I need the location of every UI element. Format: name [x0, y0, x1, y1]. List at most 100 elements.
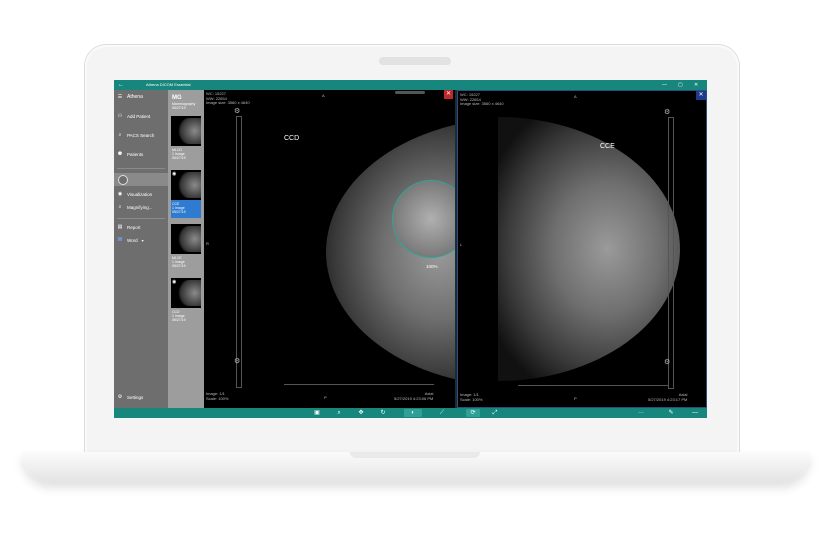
eye-icon: ◉ — [117, 191, 123, 197]
report-icon: ▤ — [117, 224, 123, 230]
image-info: WC: 15227 WW: 22654 Image size: 3560 x 4… — [460, 92, 504, 107]
orientation-bottom: P — [324, 395, 327, 400]
vertical-ruler — [236, 116, 242, 388]
sidebar-item-pacs-search[interactable]: ⌕ PACS Search — [117, 132, 155, 138]
eye-icon: ◉ — [172, 171, 177, 177]
series-panel: MG Mammography 05/27/19 MLCD 1 Image 05/… — [168, 90, 204, 408]
image-size: Image size: 3560 x 4640 — [460, 101, 504, 106]
patients-icon: ⚈ — [117, 151, 123, 157]
divider — [117, 218, 165, 219]
rotate-handle-icon[interactable]: ⚙ — [234, 108, 240, 114]
orientation-side: R — [206, 241, 209, 246]
horizontal-ruler — [284, 384, 434, 389]
study-date: 05/27/19 — [172, 106, 186, 110]
rotate-handle-icon[interactable]: ⚙ — [234, 358, 240, 364]
view-label: CCE — [600, 143, 615, 150]
pan-icon[interactable]: ✥ — [356, 409, 366, 417]
close-icon[interactable]: ✕ — [694, 81, 698, 89]
magnifier-zoom: 100% — [426, 264, 438, 269]
sidebar-item-label: Visualization — [127, 191, 153, 197]
series-thumbnail-selected[interactable]: ◉ CCE 1 Image 05/27/19 — [171, 170, 201, 218]
sidebar-item-label: Add Patient — [127, 113, 151, 119]
hamburger-icon[interactable]: ☰ — [117, 94, 123, 100]
app-title: Athena DICOM Essential — [146, 82, 191, 87]
sidebar-item-label: Settings — [127, 394, 144, 400]
sidebar-item-label: Word — [127, 237, 138, 243]
series-date: 05/27/19 — [172, 318, 186, 322]
close-viewer-icon[interactable]: ✕ — [444, 90, 453, 99]
person-icon: ⚇ — [117, 113, 123, 119]
image-footer-right: Axial 5/27/2019 4:23:17 PM — [648, 392, 688, 402]
rotate-icon[interactable]: ↻ — [378, 409, 388, 417]
sidebar-item-visualization[interactable]: ◉ Visualization — [117, 191, 152, 197]
maximize-icon[interactable]: ▢ — [678, 81, 683, 89]
sidebar-item-selected[interactable] — [114, 173, 168, 186]
back-arrow-icon[interactable]: ← — [118, 81, 124, 89]
series-thumbnail[interactable]: MLCD 1 Image 05/27/19 — [171, 116, 201, 164]
pen-icon[interactable]: ✎ — [666, 409, 676, 417]
drag-handle[interactable] — [395, 91, 425, 94]
image-datetime: 5/27/2019 4:23:17 PM — [648, 396, 688, 402]
app-screen: ← Athena DICOM Essential — ▢ ✕ ☰ Athena … — [114, 80, 707, 418]
viewer-left[interactable]: WC: 15227 WW: 22654 Image size: 3560 x 4… — [204, 90, 455, 408]
image-datetime: 5/27/2019 4:23:06 PM — [394, 395, 434, 401]
chevron-down-icon[interactable]: ▾ — [142, 238, 144, 243]
eye-icon: ◉ — [172, 279, 177, 285]
sync-icon[interactable]: ⟳ — [466, 409, 480, 417]
image-footer-right: Axial 5/27/2019 4:23:06 PM — [394, 391, 434, 401]
mammogram-image — [498, 117, 680, 381]
sidebar-item-report[interactable]: ▤ Report — [117, 224, 141, 230]
divider — [117, 168, 165, 169]
series-thumbnail[interactable]: MLCE 1 Image 05/27/19 — [171, 224, 201, 272]
sidebar-item-add-patient[interactable]: ⚇ Add Patient — [117, 113, 151, 119]
sidebar-header[interactable]: ☰ Athena — [117, 94, 143, 100]
close-icon[interactable]: ✕ — [696, 91, 706, 100]
bottom-toolbar: ▣ ⌕ ✥ ↻ ◐ ⟋ ⟳ ⤢ ··· ✎ — — [114, 408, 707, 418]
rotate-handle-icon[interactable]: ⚙ — [664, 359, 670, 365]
sidebar-item-label: Patients — [127, 151, 144, 157]
zoom-icon[interactable]: ⌕ — [334, 409, 344, 417]
sidebar-item-word[interactable]: W Word ▾ — [117, 237, 144, 243]
contrast-icon[interactable]: ◐ — [404, 409, 422, 417]
app-logo-icon — [118, 175, 128, 185]
rotate-handle-icon[interactable]: ⚙ — [664, 109, 670, 115]
sidebar-item-label: Report — [127, 224, 141, 230]
search-icon: ⌕ — [118, 132, 122, 138]
view-label: CCD — [284, 135, 300, 142]
thumbnail-image — [171, 116, 201, 146]
fullscreen-icon[interactable]: ⤢ — [490, 409, 500, 417]
series-date: 05/27/19 — [172, 264, 186, 268]
image-info: WC: 15227 WW: 22654 Image size: 3560 x 4… — [206, 91, 250, 106]
minimize-icon[interactable]: — — [662, 81, 667, 89]
sidebar: ☰ Athena ⚇ Add Patient ⌕ PACS Search ⚈ P… — [114, 90, 168, 408]
series-thumbnail[interactable]: ◉ CCD 1 Image 05/27/19 — [171, 278, 201, 326]
sidebar-item-magnifying[interactable]: ⌕ Magnifying... — [117, 204, 153, 210]
series-date: 05/27/19 — [172, 156, 186, 160]
menu-icon[interactable]: — — [690, 409, 700, 417]
image-footer-left: Image: 1/1 Scale: 100% — [206, 391, 229, 401]
magnify-icon: ⌕ — [118, 204, 122, 210]
viewer-right[interactable]: WC: 15227 WW: 22654 Image size: 3560 x 4… — [457, 90, 707, 408]
laptop-camera — [379, 57, 451, 65]
word-icon: W — [117, 237, 123, 243]
sidebar-item-label: Magnifying... — [127, 204, 153, 210]
image-size: Image size: 3560 x 4640 — [206, 100, 250, 105]
horizontal-ruler — [518, 385, 668, 390]
orientation-top: A — [322, 93, 325, 98]
thumbnail-image — [171, 224, 201, 254]
orientation-bottom: P — [574, 396, 577, 401]
image-footer-left: Image: 1/1 Scale: 100% — [460, 392, 483, 402]
laptop-base-notch — [350, 452, 480, 458]
layers-icon[interactable]: ▣ — [312, 409, 322, 417]
sidebar-item-settings[interactable]: ⚙ Settings — [117, 394, 144, 400]
sidebar-item-patients[interactable]: ⚈ Patients — [117, 151, 144, 157]
modality-label: MG — [172, 95, 182, 101]
image-scale: Scale: 100% — [460, 396, 483, 402]
gear-icon: ⚙ — [117, 394, 123, 400]
series-date: 05/27/19 — [172, 210, 186, 214]
orientation-side: L — [460, 242, 463, 247]
more-icon[interactable]: ··· — [634, 409, 648, 417]
image-scale: Scale: 100% — [206, 395, 229, 401]
vertical-ruler — [668, 117, 674, 389]
measure-icon[interactable]: ⟋ — [434, 409, 450, 417]
